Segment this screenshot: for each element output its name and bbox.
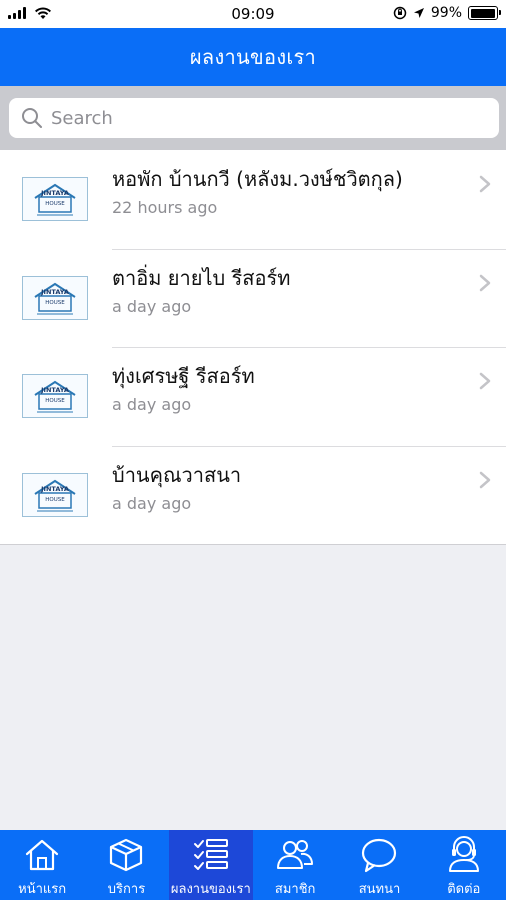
tab-label: บริการ — [107, 882, 146, 897]
chevron-right-icon — [479, 274, 491, 291]
page-title: ผลงานของเรา — [189, 45, 317, 69]
tab-label: ติดต่อ — [447, 882, 481, 897]
list-item-text: ตาอิ่ม ยายไบ รีสอร์ท a day ago — [112, 265, 466, 317]
chevron-right-icon — [479, 175, 491, 193]
list-item[interactable]: JINTAYA HOUSE บ้านคุณวาสนา a day ago — [0, 445, 506, 545]
nav-bar: ผลงานของเรา — [0, 28, 506, 86]
tab-home[interactable]: หน้าแรก — [0, 830, 84, 900]
tab-members[interactable]: สมาชิก — [253, 830, 337, 900]
tab-bar: หน้าแรก บริการ ผลงานของเรา สมาชิก สนทนา … — [0, 830, 506, 900]
contact-support-icon — [448, 836, 479, 872]
tab-label: ผลงานของเรา — [170, 882, 251, 897]
chat-icon — [362, 838, 397, 873]
tab-contact[interactable]: ติดต่อ — [422, 830, 506, 900]
list-divider — [0, 544, 506, 545]
list-item-time: a day ago — [112, 395, 192, 414]
list-item[interactable]: JINTAYA HOUSE ทุ่งเศรษฐี รีสอร์ท a day ag… — [0, 347, 506, 446]
svg-text:HOUSE: HOUSE — [45, 300, 65, 306]
chevron-right-icon — [479, 471, 491, 488]
list-item-text: ทุ่งเศรษฐี รีสอร์ท a day ago — [112, 363, 466, 415]
tab-chat[interactable]: สนทนา — [337, 830, 421, 900]
checklist-icon — [193, 839, 228, 870]
tab-portfolio[interactable]: ผลงานของเรา — [168, 830, 253, 900]
battery-percent: 99% — [430, 5, 462, 21]
status-bar: 09:09 99% — [0, 0, 506, 28]
jintaya-house-logo: JINTAYA HOUSE — [22, 177, 88, 221]
svg-text:HOUSE: HOUSE — [45, 398, 65, 404]
tab-label: หน้าแรก — [18, 882, 67, 897]
list-item-title: หอพัก บ้านกวี (หลังม.วงษ์ชวิตกุล) — [112, 167, 403, 191]
portfolio-list: JINTAYA HOUSE หอพัก บ้านกวี (หลังม.วงษ์ชว… — [0, 150, 506, 545]
svg-text:JINTAYA: JINTAYA — [40, 288, 69, 296]
search-icon — [22, 108, 42, 128]
list-item[interactable]: JINTAYA HOUSE ตาอิ่ม ยายไบ รีสอร์ท a day … — [0, 248, 506, 348]
jintaya-house-logo: JINTAYA HOUSE — [22, 374, 88, 418]
search-input[interactable] — [51, 107, 471, 129]
search-area — [0, 86, 506, 150]
svg-text:JINTAYA: JINTAYA — [40, 189, 69, 197]
list-item[interactable]: JINTAYA HOUSE หอพัก บ้านกวี (หลังม.วงษ์ชว… — [0, 150, 506, 249]
svg-text:HOUSE: HOUSE — [45, 201, 65, 207]
list-item-time: 22 hours ago — [112, 198, 218, 217]
list-item-title: ตาอิ่ม ยายไบ รีสอร์ท — [112, 265, 291, 290]
status-right: 99% — [393, 5, 501, 21]
svg-text:JINTAYA: JINTAYA — [40, 485, 69, 493]
list-item-title: ทุ่งเศรษฐี รีสอร์ท — [112, 364, 255, 388]
battery-fill — [470, 8, 496, 18]
search-box[interactable] — [9, 98, 499, 138]
svg-text:JINTAYA: JINTAYA — [40, 386, 69, 394]
tab-label: สนทนา — [358, 882, 401, 897]
jintaya-house-logo: JINTAYA HOUSE — [22, 275, 88, 320]
location-arrow-icon — [413, 8, 424, 18]
members-icon — [277, 840, 314, 869]
list-item-time: a day ago — [112, 296, 192, 316]
home-icon — [26, 839, 59, 871]
tab-services[interactable]: บริการ — [84, 830, 168, 900]
jintaya-house-logo: JINTAYA HOUSE — [22, 472, 88, 517]
list-item-text: หอพัก บ้านกวี (หลังม.วงษ์ชวิตกุล) 22 hou… — [112, 166, 466, 218]
chevron-right-icon — [479, 372, 491, 390]
list-item-title: บ้านคุณวาสนา — [112, 462, 242, 487]
list-item-text: บ้านคุณวาสนา a day ago — [112, 462, 466, 514]
svg-text:HOUSE: HOUSE — [45, 497, 65, 503]
list-item-time: a day ago — [112, 493, 192, 513]
battery-icon — [468, 6, 501, 20]
tab-label: สมาชิก — [274, 882, 316, 897]
orientation-lock-icon — [393, 6, 407, 20]
box-icon — [110, 838, 143, 872]
